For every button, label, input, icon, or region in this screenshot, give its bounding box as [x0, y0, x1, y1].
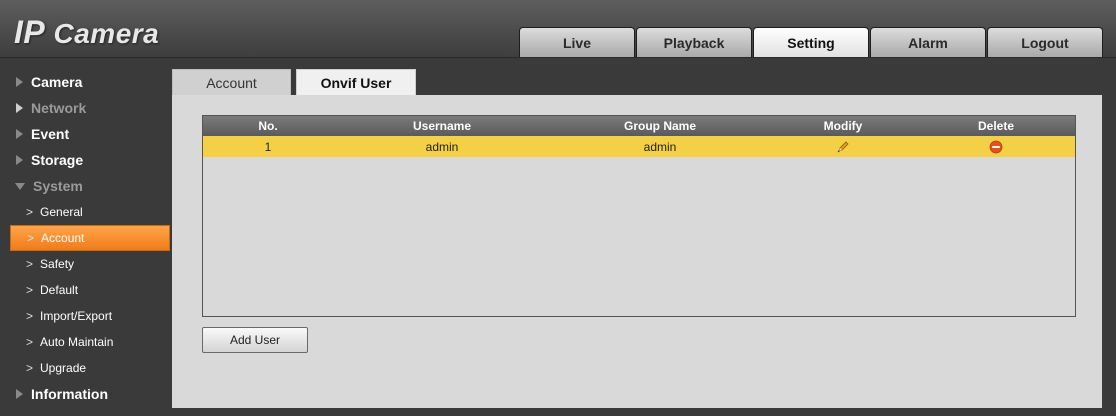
sidebar-item-label: Event: [31, 126, 70, 142]
triangle-right-icon: [16, 129, 23, 139]
modify-cell: [769, 140, 917, 154]
chevron-right-icon: >: [27, 231, 35, 245]
header-bar: IP Camera Live Playback Setting Alarm Lo…: [0, 0, 1116, 58]
sidebar-item-label: Storage: [31, 152, 84, 168]
sidebar-item-label: Camera: [31, 74, 83, 90]
column-header-modify: Modify: [823, 119, 863, 133]
triangle-right-icon: [16, 155, 23, 165]
sidebar-sub-import-export[interactable]: > Import/Export: [0, 303, 172, 329]
triangle-right-icon: [16, 389, 23, 399]
triangle-down-icon: [15, 182, 25, 190]
sidebar-item-label: System: [33, 178, 83, 194]
sidebar-item-information[interactable]: Information: [0, 381, 172, 407]
nav-playback[interactable]: Playback: [636, 27, 752, 57]
sidebar-item-storage[interactable]: Storage: [0, 147, 172, 173]
onvif-user-table: No. Username Group Name Modify Delete 1 …: [202, 115, 1076, 317]
sidebar-item-label: Network: [31, 100, 87, 116]
column-header-delete: Delete: [977, 119, 1015, 133]
chevron-right-icon: >: [26, 205, 34, 219]
nav-live[interactable]: Live: [519, 27, 635, 57]
sidebar-sub-label: General: [40, 205, 83, 219]
chevron-right-icon: >: [26, 257, 34, 271]
sidebar-item-system[interactable]: System: [0, 173, 172, 199]
sidebar-item-event[interactable]: Event: [0, 121, 172, 147]
pencil-icon[interactable]: [836, 140, 850, 154]
tab-account[interactable]: Account: [172, 69, 291, 95]
sidebar-sub-safety[interactable]: > Safety: [0, 251, 172, 277]
sidebar-sub-upgrade[interactable]: > Upgrade: [0, 355, 172, 381]
sidebar-sub-label: Safety: [40, 257, 75, 271]
column-header-username: Username: [412, 119, 472, 133]
main-nav: Live Playback Setting Alarm Logout: [519, 27, 1104, 57]
logo-camera: Camera: [53, 18, 160, 49]
triangle-right-icon: [16, 103, 23, 113]
sidebar-sub-label: Account: [41, 231, 85, 245]
sidebar-sub-label: Default: [40, 283, 79, 297]
logo-ip: IP: [14, 14, 46, 50]
sidebar-sub-label: Import/Export: [40, 309, 113, 323]
add-user-button[interactable]: Add User: [202, 327, 308, 353]
chevron-right-icon: >: [26, 283, 34, 297]
bottom-bar: [172, 408, 1116, 416]
delete-cell: [917, 140, 1075, 154]
cell-no: 1: [264, 139, 272, 154]
delete-icon[interactable]: [989, 140, 1003, 154]
content-tabs: Account Onvif User: [172, 69, 421, 95]
chevron-right-icon: >: [26, 309, 34, 323]
sidebar-sub-auto-maintain[interactable]: > Auto Maintain: [0, 329, 172, 355]
logo: IP Camera: [14, 14, 159, 51]
nav-setting[interactable]: Setting: [753, 27, 869, 57]
triangle-right-icon: [16, 77, 23, 87]
chevron-right-icon: >: [26, 361, 34, 375]
sidebar-sub-account[interactable]: > Account: [10, 225, 170, 251]
sidebar-sub-label: Upgrade: [40, 361, 87, 375]
sidebar-item-label: Information: [31, 386, 108, 402]
cell-username: admin: [425, 139, 459, 154]
tab-onvif-user[interactable]: Onvif User: [296, 69, 416, 95]
column-header-no: No.: [258, 119, 278, 133]
sidebar-sub-general[interactable]: > General: [0, 199, 172, 225]
cell-group: admin: [643, 139, 677, 154]
column-header-group-name: Group Name: [623, 119, 696, 133]
nav-logout[interactable]: Logout: [987, 27, 1103, 57]
sidebar-sub-default[interactable]: > Default: [0, 277, 172, 303]
table-header: No. Username Group Name Modify Delete: [203, 116, 1075, 136]
chevron-right-icon: >: [26, 335, 34, 349]
nav-alarm[interactable]: Alarm: [870, 27, 986, 57]
sidebar-sub-label: Auto Maintain: [40, 335, 114, 349]
sidebar-item-network[interactable]: Network: [0, 95, 172, 121]
sidebar: Camera Network Event Storage System > Ge…: [0, 58, 172, 416]
sidebar-item-camera[interactable]: Camera: [0, 69, 172, 95]
table-row[interactable]: 1 admin admin: [203, 136, 1075, 157]
